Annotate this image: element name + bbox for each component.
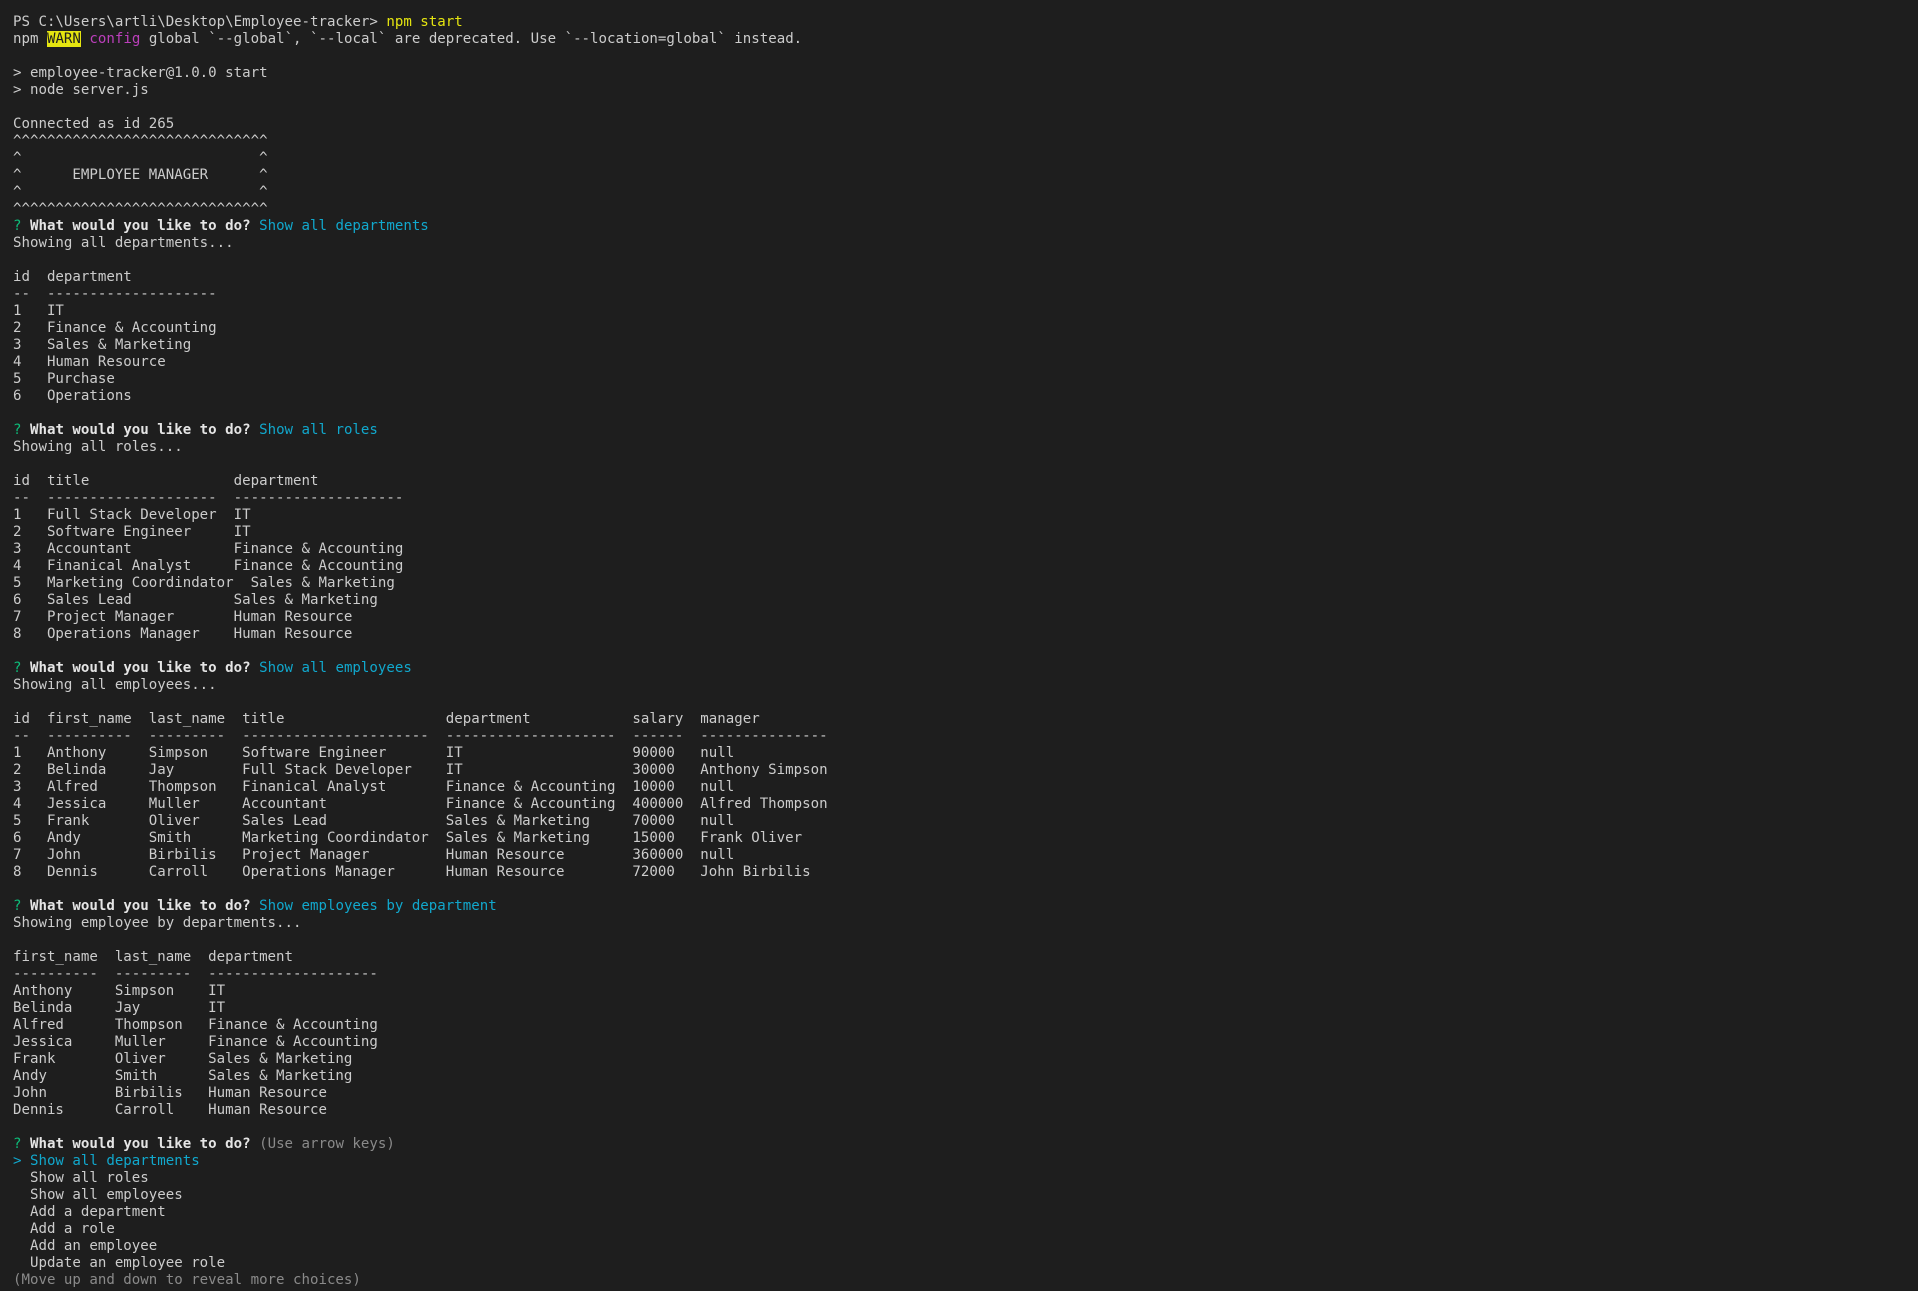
menu-item[interactable]: Add a role <box>13 1221 1918 1238</box>
connection-status: Connected as id 265 <box>13 116 175 132</box>
table-row: Jessica Muller Finance & Accounting <box>13 1034 378 1050</box>
menu-item[interactable]: Add an employee <box>13 1238 1918 1255</box>
table-header: id department <box>13 269 132 285</box>
table-row: 1 IT <box>13 303 64 319</box>
banner-line: ^ ^ <box>13 150 268 166</box>
table-row: 3 Accountant Finance & Accounting <box>13 541 404 557</box>
question-mark-icon: ? <box>13 898 30 914</box>
table-row: 2 Belinda Jay Full Stack Developer IT 30… <box>13 762 828 778</box>
question-mark-icon: ? <box>13 660 30 676</box>
table-row: Dennis Carroll Human Resource <box>13 1102 327 1118</box>
terminal-output[interactable]: PS C:\Users\artli\Desktop\Employee-track… <box>13 14 1918 1289</box>
table-header: id title department <box>13 473 319 489</box>
question-line: ? What would you like to do? (Use arrow … <box>13 1136 1918 1153</box>
table-row: 3 Sales & Marketing <box>13 337 192 353</box>
banner-line: ^ ^ <box>13 184 268 200</box>
table-row: Frank Oliver Sales & Marketing <box>13 1051 353 1067</box>
status-line: Showing all roles... <box>13 439 183 455</box>
menu-item[interactable]: Show all employees <box>13 1187 1918 1204</box>
table-row: 2 Finance & Accounting <box>13 320 217 336</box>
npm-label: npm <box>13 31 47 47</box>
table-row: Anthony Simpson IT <box>13 983 226 999</box>
table-row: Andy Smith Sales & Marketing <box>13 1068 353 1084</box>
command-text: npm start <box>386 14 463 30</box>
departments-table: id department -- -------------------- 1 … <box>13 269 1918 405</box>
table-row: 4 Human Resource <box>13 354 166 370</box>
table-divider: -- -------------------- ----------------… <box>13 490 404 506</box>
script-line: > node server.js <box>13 82 149 98</box>
config-label: config <box>89 31 141 47</box>
table-row: Belinda Jay IT <box>13 1000 226 1016</box>
question-line: ? What would you like to do? Show all de… <box>13 218 1918 235</box>
table-divider: -- -------------------- <box>13 286 217 302</box>
menu-item[interactable]: Add a department <box>13 1204 1918 1221</box>
question-text: What would you like to do? <box>29 422 251 438</box>
answer-text: Show employees by department <box>250 898 497 914</box>
npm-warning-line: npm WARN config global `--global`, `--lo… <box>13 31 1918 48</box>
warn-message: global `--global`, `--local` are depreca… <box>140 31 803 47</box>
table-row: 6 Andy Smith Marketing Coordindator Sale… <box>13 830 803 846</box>
answer-text: Show all departments <box>250 218 429 234</box>
table-row: Alfred Thompson Finance & Accounting <box>13 1017 378 1033</box>
question-mark-icon: ? <box>13 218 30 234</box>
roles-table: id title department -- -----------------… <box>13 473 1918 643</box>
table-row: 3 Alfred Thompson Finanical Analyst Fina… <box>13 779 735 795</box>
table-row: 2 Software Engineer IT <box>13 524 251 540</box>
table-row: John Birbilis Human Resource <box>13 1085 327 1101</box>
command-line: PS C:\Users\artli\Desktop\Employee-track… <box>13 14 1918 31</box>
shell-prompt: PS C:\Users\artli\Desktop\Employee-track… <box>13 14 387 30</box>
status-line: Showing all departments... <box>13 235 234 251</box>
question-line: ? What would you like to do? Show all em… <box>13 660 1918 677</box>
question-text: What would you like to do? <box>29 1136 251 1152</box>
warn-badge: WARN <box>46 31 81 47</box>
table-header: first_name last_name department <box>13 949 294 965</box>
table-row: 1 Full Stack Developer IT <box>13 507 251 523</box>
table-row: 5 Purchase <box>13 371 115 387</box>
table-row: 6 Sales Lead Sales & Marketing <box>13 592 378 608</box>
table-divider: -- ---------- --------- ----------------… <box>13 728 828 744</box>
status-line: Showing all employees... <box>13 677 217 693</box>
banner-line: ^^^^^^^^^^^^^^^^^^^^^^^^^^^^^^ <box>13 133 268 149</box>
menu-item-selected[interactable]: > Show all departments <box>13 1153 1918 1170</box>
question-mark-icon: ? <box>13 1136 30 1152</box>
question-mark-icon: ? <box>13 422 30 438</box>
answer-text: Show all employees <box>250 660 412 676</box>
question-line: ? What would you like to do? Show employ… <box>13 898 1918 915</box>
arrow-keys-hint: (Use arrow keys) <box>250 1136 395 1152</box>
table-header: id first_name last_name title department… <box>13 711 760 727</box>
table-row: 7 Project Manager Human Resource <box>13 609 353 625</box>
table-row: 5 Marketing Coordindator Sales & Marketi… <box>13 575 395 591</box>
menu-item[interactable]: Show all roles <box>13 1170 1918 1187</box>
answer-text: Show all roles <box>250 422 378 438</box>
employees-by-department-table: first_name last_name department --------… <box>13 949 1918 1119</box>
table-row: 7 John Birbilis Project Manager Human Re… <box>13 847 735 863</box>
question-text: What would you like to do? <box>29 898 251 914</box>
table-row: 8 Operations Manager Human Resource <box>13 626 353 642</box>
table-row: 5 Frank Oliver Sales Lead Sales & Market… <box>13 813 735 829</box>
status-line: Showing employee by departments... <box>13 915 302 931</box>
employees-table: id first_name last_name title department… <box>13 711 1918 881</box>
table-row: 1 Anthony Simpson Software Engineer IT 9… <box>13 745 735 761</box>
script-line: > employee-tracker@1.0.0 start <box>13 65 268 81</box>
table-row: 4 Finanical Analyst Finance & Accounting <box>13 558 404 574</box>
table-row: 4 Jessica Muller Accountant Finance & Ac… <box>13 796 828 812</box>
table-row: 8 Dennis Carroll Operations Manager Huma… <box>13 864 811 880</box>
table-row: 6 Operations <box>13 388 132 404</box>
table-divider: ---------- --------- -------------------… <box>13 966 378 982</box>
question-line: ? What would you like to do? Show all ro… <box>13 422 1918 439</box>
banner-title: ^ EMPLOYEE MANAGER ^ <box>13 167 268 183</box>
choice-menu[interactable]: > Show all departments Show all roles Sh… <box>13 1153 1918 1289</box>
question-text: What would you like to do? <box>29 218 251 234</box>
question-text: What would you like to do? <box>29 660 251 676</box>
banner-line: ^^^^^^^^^^^^^^^^^^^^^^^^^^^^^^ <box>13 201 268 217</box>
menu-footer-hint: (Move up and down to reveal more choices… <box>13 1272 361 1288</box>
menu-item[interactable]: Update an employee role <box>13 1255 1918 1272</box>
